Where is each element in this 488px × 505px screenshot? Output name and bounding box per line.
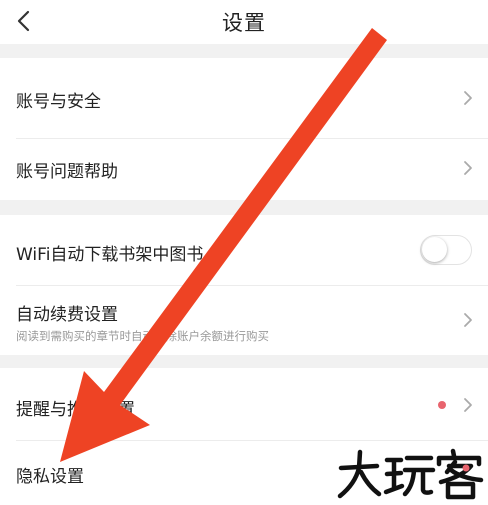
settings-item-description: 阅读到需购买的章节时自动扣除账户余额进行购买 (16, 329, 269, 343)
notification-dot (438, 401, 446, 409)
divider (16, 138, 488, 139)
settings-item-label: 自动续费设置 (16, 305, 118, 325)
toggle-knob (422, 237, 447, 262)
chevron-right-icon (464, 161, 472, 175)
page-title: 设置 (222, 11, 266, 35)
divider (16, 285, 488, 286)
settings-item-label: 账号与安全 (16, 92, 101, 112)
top-bar: 设置 (0, 0, 488, 44)
settings-item-wifi-auto-download: WiFi自动下载书架中图书 (0, 215, 488, 285)
watermark-logo (337, 448, 484, 500)
settings-item-label: 账号问题帮助 (16, 162, 118, 182)
divider (16, 440, 488, 441)
settings-item-label: 隐私设置 (16, 467, 84, 487)
settings-item-auto-renew[interactable]: 自动续费设置 阅读到需购买的章节时自动扣除账户余额进行购买 (0, 285, 488, 355)
settings-item-reminders[interactable]: 提醒与推送设置 (0, 368, 488, 440)
settings-item-label: 提醒与推送设置 (16, 400, 135, 420)
settings-item-account-help[interactable]: 账号问题帮助 (0, 138, 488, 200)
chevron-right-icon (464, 398, 472, 412)
wifi-download-toggle[interactable] (420, 235, 472, 265)
settings-item-label: WiFi自动下载书架中图书 (16, 245, 204, 265)
chevron-right-icon (464, 91, 472, 105)
settings-item-account-security[interactable]: 账号与安全 (0, 58, 488, 138)
chevron-right-icon (464, 313, 472, 327)
